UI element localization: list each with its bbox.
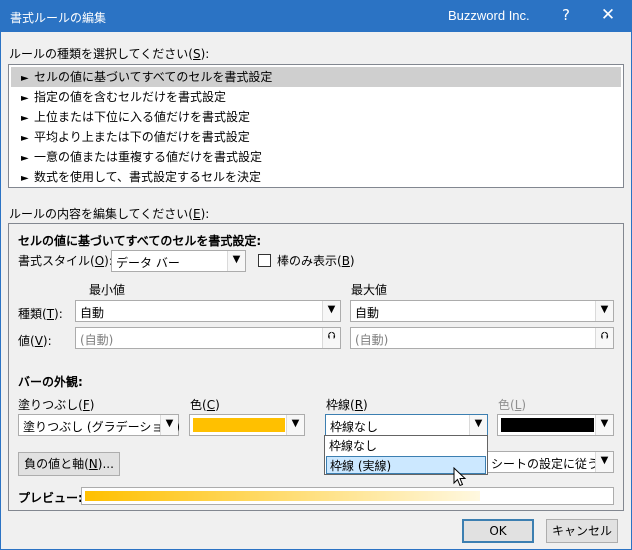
border-label: 枠線(R) (326, 398, 368, 412)
arrow-right-icon: ► (21, 153, 29, 164)
arrow-right-icon: ► (21, 113, 29, 124)
rule-edit-label: ルールの内容を編集してください(E): (9, 207, 210, 221)
negative-values-axis-button[interactable]: 負の値と軸(N)... (18, 452, 120, 476)
close-button[interactable]: ✕ (598, 5, 618, 25)
arrow-right-icon: ► (21, 173, 29, 184)
dialog-title: 書式ルールの編集 (10, 11, 107, 25)
format-style-select[interactable]: データ バー ▼ (111, 250, 246, 272)
min-label: 最小値 (89, 283, 126, 297)
rule-type-label: ルールの種類を選択してください(S): (9, 47, 210, 61)
title-bar: 書式ルールの編集 Buzzword Inc. ? ✕ (1, 1, 631, 32)
bar-direction-select[interactable]: シートの設定に従う ▼ (486, 451, 614, 473)
value-label: 値(V): (18, 334, 52, 348)
rule-type-list[interactable]: ► セルの値に基づいてすべてのセルを書式設定 ► 指定の値を含むセルだけを書式設定 … (8, 64, 624, 188)
help-button[interactable]: ? (556, 6, 576, 24)
arrow-right-icon: ► (21, 73, 29, 84)
border-color-swatch (501, 418, 594, 432)
type-label: 種類(T): (18, 307, 63, 321)
arrow-right-icon: ► (21, 93, 29, 104)
chevron-down-icon: ▼ (160, 415, 178, 435)
min-value-input[interactable]: (自動) ⮉ (75, 327, 341, 349)
fill-label: 塗りつぶし(F) (18, 398, 95, 412)
rule-edit-heading: セルの値に基づいてすべてのセルを書式設定: (18, 234, 262, 248)
range-select-icon[interactable]: ⮉ (322, 328, 340, 348)
rule-type-item-selected[interactable]: ► セルの値に基づいてすべてのセルを書式設定 (11, 67, 621, 87)
max-value-input[interactable]: (自動) ⮉ (350, 327, 614, 349)
preview-data-bar (85, 491, 480, 501)
rule-type-item[interactable]: ► 数式を使用して、書式設定するセルを決定 (11, 167, 621, 187)
border-option-none[interactable]: 枠線なし (326, 437, 486, 455)
arrow-right-icon: ► (21, 133, 29, 144)
chevron-down-icon: ▼ (286, 415, 304, 435)
ok-button[interactable]: OK (462, 519, 534, 543)
rule-type-item[interactable]: ► 指定の値を含むセルだけを書式設定 (11, 87, 621, 107)
max-type-select[interactable]: 自動 ▼ (350, 300, 614, 322)
border-type-select[interactable]: 枠線なし ▼ (325, 414, 488, 436)
fill-color-swatch (193, 418, 285, 432)
chevron-down-icon: ▼ (322, 301, 340, 321)
border-color-picker[interactable]: ▼ (497, 414, 614, 436)
bar-only-checkbox[interactable] (258, 254, 271, 267)
bar-appearance-heading: バーの外観: (18, 375, 83, 389)
rule-type-item[interactable]: ► 上位または下位に入る値だけを書式設定 (11, 107, 621, 127)
cancel-button[interactable]: キャンセル (546, 519, 618, 543)
rule-type-item[interactable]: ► 平均より上または下の値だけを書式設定 (11, 127, 621, 147)
border-color-label: 色(L) (498, 398, 527, 412)
bar-only-label: 棒のみ表示(B) (277, 254, 355, 268)
range-select-icon[interactable]: ⮉ (595, 328, 613, 348)
chevron-down-icon: ▼ (595, 452, 613, 472)
preview-label: プレビュー: (18, 491, 83, 505)
fill-type-select[interactable]: 塗りつぶし (グラデーション) ▼ (18, 414, 180, 436)
chevron-down-icon: ▼ (595, 415, 613, 435)
brand-label: Buzzword Inc. (448, 8, 530, 23)
chevron-down-icon: ▼ (595, 301, 613, 321)
edit-format-rule-dialog: 書式ルールの編集 Buzzword Inc. ? ✕ ルールの種類を選択してくだ… (0, 0, 632, 550)
min-type-select[interactable]: 自動 ▼ (75, 300, 341, 322)
fill-color-picker[interactable]: ▼ (189, 414, 305, 436)
preview-box (81, 487, 614, 505)
rule-type-item[interactable]: ► 一意の値または重複する値だけを書式設定 (11, 147, 621, 167)
fill-color-label: 色(C) (190, 398, 220, 412)
chevron-down-icon: ▼ (227, 251, 245, 271)
mouse-cursor-icon (453, 467, 467, 487)
max-label: 最大値 (351, 283, 388, 297)
format-style-label: 書式スタイル(O): (18, 254, 113, 268)
chevron-down-icon: ▼ (469, 415, 487, 435)
